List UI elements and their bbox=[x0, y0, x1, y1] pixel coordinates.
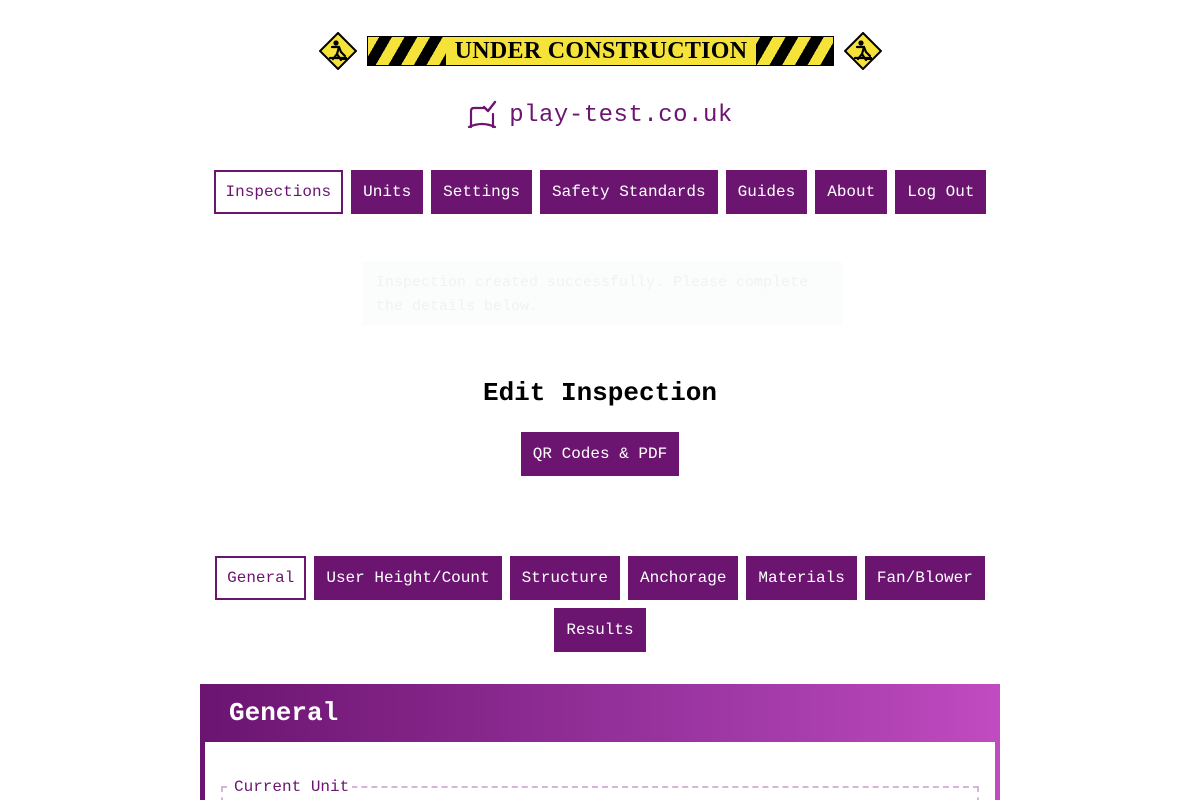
tab-user-height-count[interactable]: User Height/Count bbox=[314, 556, 502, 600]
nav-safety-standards[interactable]: Safety Standards bbox=[539, 170, 718, 214]
tab-structure[interactable]: Structure bbox=[509, 556, 620, 600]
page-title: Edit Inspection bbox=[482, 378, 718, 408]
nav-about[interactable]: About bbox=[815, 170, 888, 214]
current-unit-fieldset: Current Unit bbox=[221, 778, 979, 800]
site-logo-link[interactable]: play-test.co.uk bbox=[467, 100, 733, 130]
tab-general[interactable]: General bbox=[215, 556, 307, 600]
nav-log-out[interactable]: Log Out bbox=[895, 170, 987, 214]
nav-guides[interactable]: Guides bbox=[725, 170, 808, 214]
checkbox-slide-icon bbox=[468, 100, 497, 129]
site-name: play-test.co.uk bbox=[509, 101, 733, 129]
under-construction-banner: UNDER CONSTRUCTION bbox=[367, 36, 834, 66]
current-unit-legend: Current Unit bbox=[231, 778, 353, 796]
tab-fan-blower[interactable]: Fan/Blower bbox=[864, 556, 985, 600]
general-section: General Current Unit bbox=[200, 684, 1000, 800]
tab-materials[interactable]: Materials bbox=[746, 556, 857, 600]
site-header: play-test.co.uk bbox=[0, 100, 1200, 140]
under-construction-row: UNDER CONSTRUCTION bbox=[0, 30, 1200, 72]
nav-inspections[interactable]: Inspections bbox=[213, 170, 344, 214]
tab-results[interactable]: Results bbox=[554, 608, 646, 652]
tab-anchorage[interactable]: Anchorage bbox=[628, 556, 739, 600]
actions-row: QR Codes & PDF bbox=[0, 432, 1200, 476]
under-construction-text: UNDER CONSTRUCTION bbox=[446, 37, 756, 65]
construction-worker-icon bbox=[319, 32, 357, 70]
page: UNDER CONSTRUCTION play-test.co.uk Inspe… bbox=[0, 0, 1200, 800]
section-body: Current Unit bbox=[205, 742, 995, 800]
inspection-tabs: General User Height/Count Structure Anch… bbox=[200, 556, 1000, 652]
nav-units[interactable]: Units bbox=[351, 170, 424, 214]
flash-notice: Inspection created successfully. Please … bbox=[362, 262, 842, 326]
main-nav: Inspections Units Settings Safety Standa… bbox=[0, 170, 1200, 214]
nav-settings[interactable]: Settings bbox=[431, 170, 532, 214]
qr-codes-pdf-button[interactable]: QR Codes & PDF bbox=[520, 432, 680, 476]
section-title: General bbox=[229, 698, 339, 728]
construction-worker-icon bbox=[844, 32, 882, 70]
